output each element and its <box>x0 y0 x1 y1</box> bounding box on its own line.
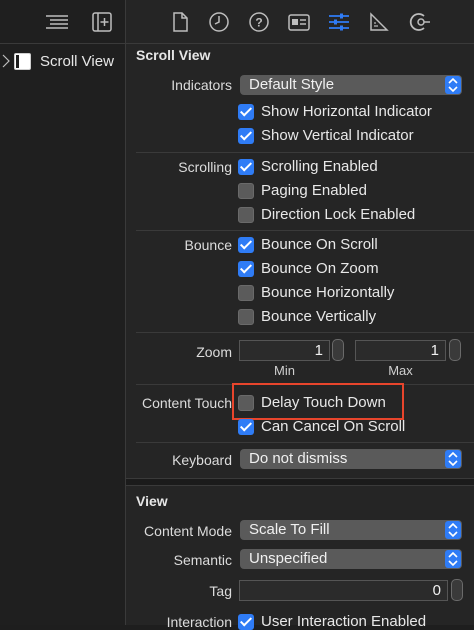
bounce-horizontally-checkbox[interactable] <box>238 285 254 301</box>
file-icon[interactable] <box>169 11 191 33</box>
inspector-tab-bar: ? <box>126 0 474 44</box>
content-touch-label: Content Touch <box>141 395 232 411</box>
divider <box>136 152 474 153</box>
tree-item-label: Scroll View <box>40 53 114 70</box>
zoom-max-field[interactable]: 1 <box>355 340 446 361</box>
size-icon[interactable] <box>368 11 390 33</box>
attributes-icon[interactable] <box>328 11 350 33</box>
can-cancel-on-scroll-label: Can Cancel On Scroll <box>261 418 406 435</box>
tag-stepper[interactable] <box>451 579 463 601</box>
zoom-max-caption: Max <box>388 363 413 378</box>
add-library-icon[interactable] <box>92 11 114 33</box>
keyboard-value: Do not dismiss <box>249 450 348 467</box>
attributes-inspector: ? Scroll View Indicators Default Style S… <box>126 0 474 630</box>
show-horizontal-indicator-label: Show Horizontal Indicator <box>261 103 432 120</box>
bounce-on-scroll-label: Bounce On Scroll <box>261 236 378 253</box>
can-cancel-on-scroll-checkbox[interactable] <box>238 419 254 435</box>
tree-item-scroll-view[interactable]: Scroll View <box>0 49 125 75</box>
show-vertical-indicator-checkbox[interactable] <box>238 128 254 144</box>
indicators-popup[interactable]: Default Style <box>240 75 462 95</box>
divider <box>136 442 474 443</box>
tag-field[interactable]: 0 <box>239 580 448 601</box>
zoom-min-caption: Min <box>274 363 295 378</box>
navigator-panel: Scroll View <box>0 0 126 625</box>
identity-icon[interactable] <box>288 11 310 33</box>
semantic-value: Unspecified <box>249 550 328 567</box>
direction-lock-enabled-checkbox[interactable] <box>238 207 254 223</box>
scrolling-label: Scrolling <box>178 159 232 175</box>
help-icon[interactable]: ? <box>248 11 270 33</box>
chevron-up-down-icon <box>445 521 461 539</box>
content-mode-value: Scale To Fill <box>249 521 330 538</box>
semantic-label: Semantic <box>173 552 232 568</box>
bounce-horizontally-label: Bounce Horizontally <box>261 284 395 301</box>
user-interaction-enabled-checkbox[interactable] <box>238 614 254 630</box>
content-mode-label: Content Mode <box>144 523 232 539</box>
scroll-view-section-title: Scroll View <box>136 47 211 63</box>
show-horizontal-indicator-checkbox[interactable] <box>238 104 254 120</box>
scrolling-enabled-checkbox[interactable] <box>238 159 254 175</box>
bounce-on-zoom-label: Bounce On Zoom <box>261 260 379 277</box>
zoom-min-stepper[interactable] <box>332 339 344 361</box>
bounce-label: Bounce <box>184 237 232 253</box>
direction-lock-enabled-label: Direction Lock Enabled <box>261 206 416 223</box>
user-interaction-enabled-label: User Interaction Enabled <box>261 613 427 630</box>
zoom-label: Zoom <box>196 344 232 360</box>
content-mode-popup[interactable]: Scale To Fill <box>240 520 462 540</box>
chevron-right-icon[interactable] <box>2 54 10 68</box>
paging-enabled-label: Paging Enabled <box>261 182 367 199</box>
chevron-up-down-icon <box>445 550 461 568</box>
scrolling-enabled-label: Scrolling Enabled <box>261 158 378 175</box>
navigator-toolbar <box>0 0 125 44</box>
svg-text:?: ? <box>255 16 262 30</box>
paging-enabled-checkbox[interactable] <box>238 183 254 199</box>
chevron-up-down-icon <box>445 450 461 468</box>
tag-label: Tag <box>209 583 232 599</box>
bounce-vertically-label: Bounce Vertically <box>261 308 377 325</box>
bounce-vertically-checkbox[interactable] <box>238 309 254 325</box>
view-section-title: View <box>136 493 168 509</box>
bounce-on-zoom-checkbox[interactable] <box>238 261 254 277</box>
scroll-view-icon <box>14 53 31 70</box>
interaction-label: Interaction <box>166 614 232 630</box>
indicators-label: Indicators <box>171 77 232 93</box>
zoom-max-stepper[interactable] <box>449 339 461 361</box>
bounce-on-scroll-checkbox[interactable] <box>238 237 254 253</box>
hierarchy-list-icon[interactable] <box>46 11 68 33</box>
zoom-min-field[interactable]: 1 <box>239 340 330 361</box>
history-icon[interactable] <box>208 11 230 33</box>
keyboard-popup[interactable]: Do not dismiss <box>240 449 462 469</box>
chevron-up-down-icon <box>445 76 461 94</box>
connections-icon[interactable] <box>409 11 431 33</box>
divider <box>136 230 474 231</box>
divider <box>136 332 474 333</box>
indicators-value: Default Style <box>249 76 335 93</box>
show-vertical-indicator-label: Show Vertical Indicator <box>261 127 414 144</box>
delay-touch-down-highlight <box>232 383 404 420</box>
keyboard-label: Keyboard <box>172 452 232 468</box>
semantic-popup[interactable]: Unspecified <box>240 549 462 569</box>
section-divider <box>126 478 474 486</box>
